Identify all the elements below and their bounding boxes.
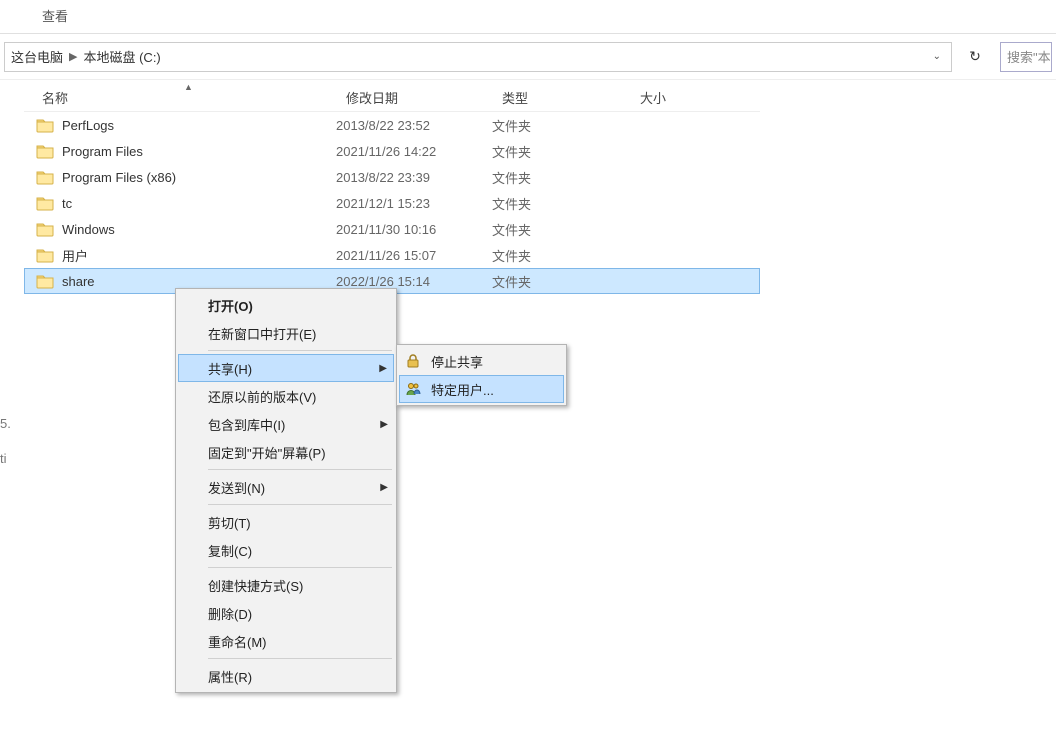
file-date: 2013/8/22 23:39: [336, 170, 492, 185]
column-header-size[interactable]: 大小: [640, 88, 760, 107]
file-date: 2021/12/1 15:23: [336, 196, 492, 211]
submenu-specific-users[interactable]: 特定用户...: [399, 375, 564, 403]
menu-restore-versions[interactable]: 还原以前的版本(V): [178, 382, 394, 410]
lock-icon: [403, 351, 423, 371]
context-menu: 打开(O) 在新窗口中打开(E) 共享(H) ▶ 还原以前的版本(V) 包含到库…: [175, 288, 397, 693]
menu-copy[interactable]: 复制(C): [178, 536, 394, 564]
file-date: 2021/11/26 14:22: [336, 144, 492, 159]
file-name-cell: Program Files (x86): [36, 169, 336, 185]
menu-include-library[interactable]: 包含到库中(I) ▶: [178, 410, 394, 438]
folder-icon: [36, 221, 54, 237]
menu-separator: [208, 504, 392, 505]
submenu-users-label: 特定用户...: [431, 380, 494, 399]
file-name: tc: [62, 196, 72, 211]
folder-icon: [36, 117, 54, 133]
menu-open-new-window[interactable]: 在新窗口中打开(E): [178, 319, 394, 347]
share-submenu: 停止共享 特定用户...: [396, 344, 567, 406]
menu-share-label: 共享(H): [208, 359, 252, 378]
gutter-text-2: ti: [0, 451, 11, 466]
sort-indicator-icon: ▲: [184, 82, 193, 92]
menu-separator: [208, 658, 392, 659]
file-type: 文件夹: [492, 168, 630, 187]
file-name: 用户: [62, 246, 88, 265]
menu-rename[interactable]: 重命名(M): [178, 627, 394, 655]
menu-separator: [208, 350, 392, 351]
menu-send-to[interactable]: 发送到(N) ▶: [178, 473, 394, 501]
gutter-text-1: 5.: [0, 416, 11, 431]
folder-icon: [36, 273, 54, 289]
file-row[interactable]: 用户 2021/11/26 15:07文件夹: [24, 242, 760, 268]
file-name: Windows: [62, 222, 115, 237]
file-name-cell: tc: [36, 195, 336, 211]
column-headers: 名称 修改日期 类型 大小: [24, 84, 760, 112]
menu-bar: 查看: [0, 0, 1056, 34]
menu-open[interactable]: 打开(O): [178, 291, 394, 319]
address-bar[interactable]: 这台电脑 ▶ 本地磁盘 (C:) ⌄: [4, 42, 952, 72]
navigation-row: 这台电脑 ▶ 本地磁盘 (C:) ⌄ ↻ 搜索"本: [0, 34, 1056, 80]
folder-icon: [36, 247, 54, 263]
menu-sendto-label: 发送到(N): [208, 478, 265, 497]
breadcrumb-chevron-icon[interactable]: ▶: [63, 50, 83, 63]
file-name-cell: 用户: [36, 246, 336, 265]
column-header-type[interactable]: 类型: [502, 88, 640, 107]
menu-cut[interactable]: 剪切(T): [178, 508, 394, 536]
file-row[interactable]: Windows 2021/11/30 10:16文件夹: [24, 216, 760, 242]
file-type: 文件夹: [492, 220, 630, 239]
file-name: Program Files (x86): [62, 170, 176, 185]
users-icon: [403, 379, 423, 399]
file-date: 2021/11/30 10:16: [336, 222, 492, 237]
search-input[interactable]: 搜索"本: [1000, 42, 1052, 72]
refresh-icon: ↻: [969, 48, 981, 65]
file-date: 2013/8/22 23:52: [336, 118, 492, 133]
file-name-cell: Program Files: [36, 143, 336, 159]
menu-properties[interactable]: 属性(R): [178, 662, 394, 690]
file-name: Program Files: [62, 144, 143, 159]
menu-separator: [208, 469, 392, 470]
file-row[interactable]: Program Files (x86) 2013/8/22 23:39文件夹: [24, 164, 760, 190]
folder-icon: [36, 143, 54, 159]
folder-icon: [36, 195, 54, 211]
file-name-cell: PerfLogs: [36, 117, 336, 133]
submenu-arrow-icon: ▶: [380, 482, 388, 493]
search-placeholder: 搜索"本: [1007, 47, 1051, 66]
submenu-arrow-icon: ▶: [379, 363, 387, 374]
file-name: share: [62, 274, 95, 289]
file-type: 文件夹: [492, 246, 630, 265]
submenu-stop-share[interactable]: 停止共享: [399, 347, 564, 375]
breadcrumb-segment-1[interactable]: 本地磁盘 (C:): [83, 47, 160, 66]
file-date: 2021/11/26 15:07: [336, 248, 492, 263]
menu-create-shortcut[interactable]: 创建快捷方式(S): [178, 571, 394, 599]
menu-delete[interactable]: 删除(D): [178, 599, 394, 627]
menu-pin-start[interactable]: 固定到"开始"屏幕(P): [178, 438, 394, 466]
menu-include-label: 包含到库中(I): [208, 415, 285, 434]
breadcrumb-segment-0[interactable]: 这台电脑: [11, 47, 63, 66]
file-type: 文件夹: [492, 116, 630, 135]
file-type: 文件夹: [492, 142, 630, 161]
file-type: 文件夹: [492, 194, 630, 213]
left-gutter: 5. ti: [0, 416, 11, 486]
file-list: ▲ 名称 修改日期 类型 大小 PerfLogs2013/8/22 23:52文…: [24, 84, 760, 294]
file-date: 2022/1/26 15:14: [336, 274, 492, 289]
folder-icon: [36, 169, 54, 185]
file-row[interactable]: tc 2021/12/1 15:23文件夹: [24, 190, 760, 216]
file-name-cell: Windows: [36, 221, 336, 237]
submenu-arrow-icon: ▶: [380, 419, 388, 430]
submenu-stop-label: 停止共享: [431, 352, 483, 371]
file-type: 文件夹: [492, 272, 630, 291]
menu-view[interactable]: 查看: [32, 4, 78, 27]
refresh-button[interactable]: ↻: [960, 42, 990, 72]
file-row[interactable]: Program Files 2021/11/26 14:22文件夹: [24, 138, 760, 164]
file-name: PerfLogs: [62, 118, 114, 133]
column-header-date[interactable]: 修改日期: [346, 88, 502, 107]
menu-share[interactable]: 共享(H) ▶: [178, 354, 394, 382]
address-dropdown-icon[interactable]: ⌄: [929, 51, 945, 62]
menu-separator: [208, 567, 392, 568]
file-name-cell: share: [36, 273, 336, 289]
file-row[interactable]: PerfLogs 2013/8/22 23:52文件夹: [24, 112, 760, 138]
